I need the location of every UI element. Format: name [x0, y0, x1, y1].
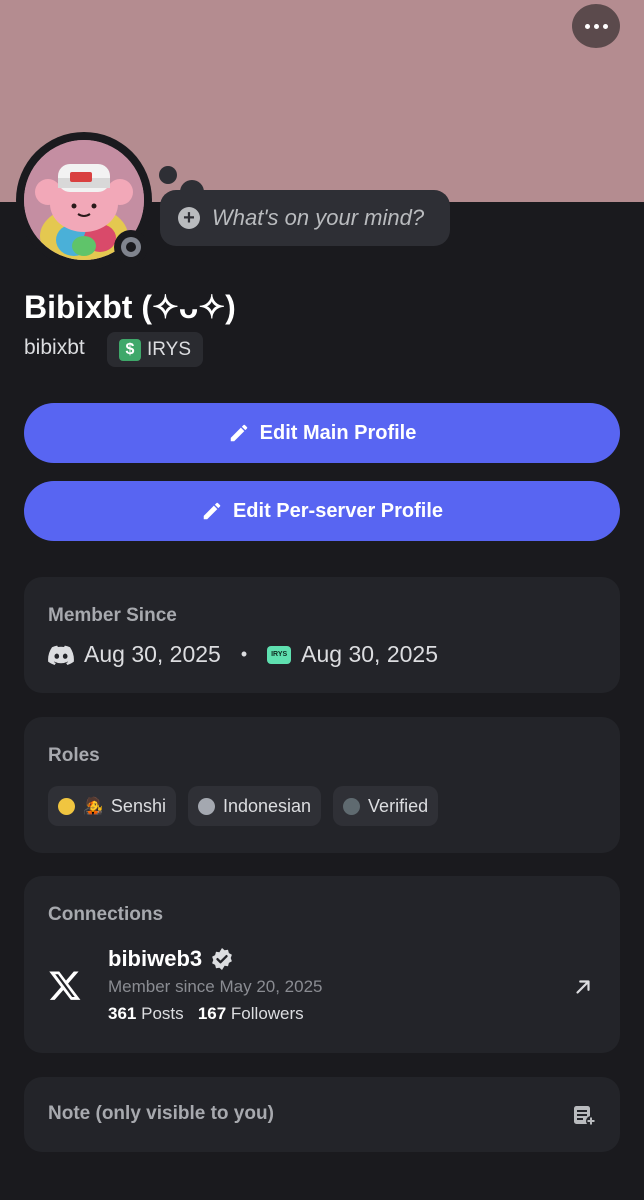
discord-join-date: Aug 30, 2025: [84, 641, 221, 667]
dot: [602, 23, 608, 29]
connection-stats: 361 Posts 167 Followers: [108, 1004, 304, 1024]
custom-status-bubble[interactable]: + What's on your mind?: [160, 190, 450, 246]
discord-icon: [48, 645, 74, 665]
member-since-title: Member Since: [48, 605, 177, 626]
thought-bubble-dot: [159, 166, 177, 184]
role-label: Senshi: [110, 795, 166, 816]
x-logo-icon: [49, 971, 81, 1000]
server-icon: IRYS: [267, 645, 292, 664]
dot: [593, 23, 599, 29]
dot: [584, 23, 590, 29]
display-name: Bibixbt (✧ᴗ✧): [24, 289, 236, 325]
external-link-arrow-icon[interactable]: [572, 976, 594, 998]
posts-label: Posts: [141, 1004, 184, 1023]
edit-main-profile-button[interactable]: Edit Main Profile: [24, 403, 620, 463]
connections-title: Connections: [48, 904, 164, 925]
pencil-icon: [230, 424, 247, 442]
pencil-icon: [203, 502, 221, 520]
role-chip-verified[interactable]: Verified: [333, 786, 439, 826]
custom-status-placeholder: What's on your mind?: [212, 205, 425, 230]
followers-label: Followers: [230, 1004, 304, 1023]
role-label: Verified: [368, 795, 429, 816]
role-chip-indonesian[interactable]: Indonesian: [187, 786, 322, 826]
username: bibixbt: [24, 336, 85, 359]
edit-per-server-profile-label: Edit Per-server Profile: [232, 499, 444, 522]
plus-circle-icon: +: [178, 207, 200, 229]
edit-per-server-profile-button[interactable]: Edit Per-server Profile: [24, 481, 620, 541]
status-indicator: [114, 230, 148, 264]
role-label: Indonesian: [222, 795, 312, 816]
posts-count: 361: [108, 1004, 137, 1023]
role-emoji-icon: 🧑‍🎤: [83, 798, 103, 815]
roles-list: 🧑‍🎤 Senshi Indonesian Verified: [48, 786, 439, 826]
member-since-card: Member Since Aug 30, 2025 • IRYS Aug 30,…: [24, 577, 620, 693]
separator: •: [240, 644, 248, 664]
followers-count: 167: [197, 1004, 227, 1023]
role-color-dot: [58, 797, 75, 815]
dollar-badge-icon: $: [119, 338, 141, 361]
note-card[interactable]: Note (only visible to you): [24, 1077, 620, 1152]
connection-member-since: Member since May 20, 2025: [108, 977, 323, 996]
add-note-icon[interactable]: [572, 1103, 596, 1127]
role-color-dot: [343, 797, 361, 815]
role-chip-senshi[interactable]: 🧑‍🎤 Senshi: [48, 786, 176, 826]
edit-main-profile-label: Edit Main Profile: [259, 421, 417, 444]
server-tag-badge[interactable]: $ IRYS: [107, 332, 204, 367]
verified-check-icon: [212, 948, 233, 970]
note-placeholder: Note (only visible to you): [48, 1103, 274, 1124]
connection-account-link[interactable]: bibiweb3: [108, 946, 234, 972]
more-options-button[interactable]: [572, 4, 620, 48]
connection-account-name: bibiweb3: [108, 946, 203, 971]
member-since-row: Aug 30, 2025 • IRYS Aug 30, 2025: [48, 641, 438, 668]
server-join-date: Aug 30, 2025: [301, 641, 438, 667]
connections-card: Connections bibiweb3 Member since May 20…: [24, 876, 620, 1053]
server-tag-label: IRYS: [147, 338, 192, 360]
roles-card: Roles 🧑‍🎤 Senshi Indonesian Verified: [24, 717, 620, 853]
roles-title: Roles: [48, 745, 100, 766]
role-color-dot: [197, 797, 215, 815]
